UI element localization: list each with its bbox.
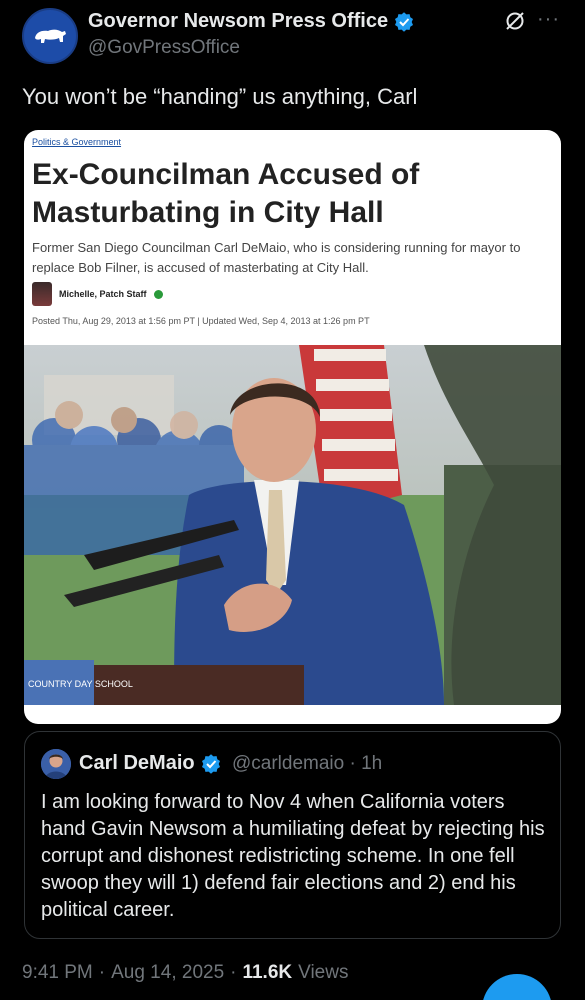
california-bear-icon[interactable] bbox=[22, 8, 78, 64]
tweet-text: You won’t be “handing” us anything, Carl bbox=[22, 84, 418, 109]
quote-text: I am looking forward to Nov 4 when Calif… bbox=[41, 791, 545, 921]
quoted-tweet[interactable]: Carl DeMaio @carldemaio · 1h I am lookin… bbox=[24, 731, 561, 939]
article-author-row: Michelle, Patch Staff bbox=[32, 282, 163, 306]
article-screenshot[interactable]: Politics & Government Ex-Councilman Accu… bbox=[24, 130, 561, 724]
more-icon[interactable]: ··· bbox=[537, 8, 560, 31]
quote-author-row[interactable]: Carl DeMaio bbox=[79, 752, 221, 775]
tweet-time[interactable]: 9:41 PM bbox=[22, 962, 93, 984]
author-name-row[interactable]: Governor Newsom Press Office bbox=[88, 10, 414, 33]
tweet-meta: 9:41 PM · Aug 14, 2025 · 11.6K Views bbox=[22, 962, 348, 984]
tweet-header: Governor Newsom Press Office @GovPressOf… bbox=[22, 8, 562, 68]
quote-avatar[interactable] bbox=[41, 749, 71, 779]
verified-badge-icon bbox=[201, 753, 220, 774]
author-handle[interactable]: @GovPressOffice bbox=[88, 37, 240, 59]
podium-text: COUNTRY DAY SCHOOL bbox=[28, 679, 133, 689]
compose-button[interactable] bbox=[482, 974, 552, 1000]
grok-icon[interactable] bbox=[504, 10, 526, 32]
author-photo bbox=[32, 282, 52, 306]
article-summary: Former San Diego Councilman Carl DeMaio,… bbox=[32, 240, 521, 275]
tweet-date[interactable]: Aug 14, 2025 bbox=[111, 962, 224, 984]
quote-handle-time[interactable]: @carldemaio · 1h bbox=[232, 753, 382, 775]
meta-separator: · bbox=[230, 962, 237, 983]
article-dates: Posted Thu, Aug 29, 2013 at 1:56 pm PT |… bbox=[32, 316, 370, 326]
article-category: Politics & Government bbox=[32, 137, 122, 147]
article-photo: COUNTRY DAY SCHOOL bbox=[24, 345, 561, 705]
staff-badge-icon bbox=[153, 289, 163, 299]
article-author: Michelle, Patch Staff bbox=[59, 289, 147, 299]
author-name[interactable]: Governor Newsom Press Office bbox=[88, 10, 388, 33]
verified-badge-icon bbox=[395, 11, 414, 32]
meta-separator: · bbox=[98, 962, 106, 983]
article-headline: Ex-Councilman Accused of Masturbating in… bbox=[32, 158, 420, 229]
views-label: Views bbox=[298, 962, 349, 983]
quote-author-name[interactable]: Carl DeMaio bbox=[79, 752, 195, 775]
views-count: 11.6K bbox=[242, 962, 293, 983]
